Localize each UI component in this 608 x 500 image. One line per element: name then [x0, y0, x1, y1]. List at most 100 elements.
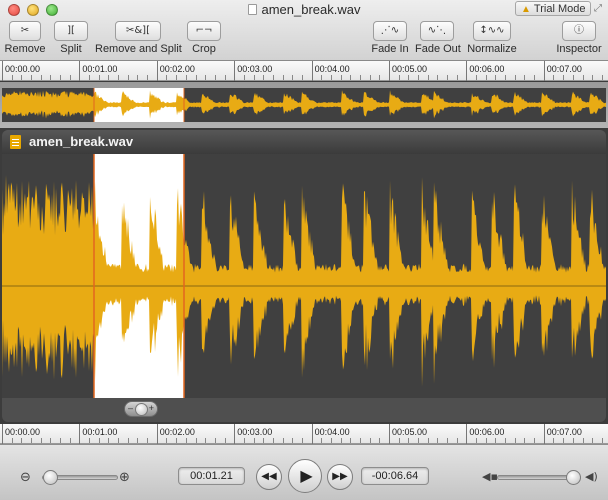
timeline-ruler-top[interactable]: 00:00.00 00:01.00 00:02.00 00:03.00 00:04.00… [0, 61, 608, 81]
ruler-minor-tick [127, 438, 129, 443]
ruler-minor-tick [427, 75, 429, 80]
ruler-label: 00:06.00 [469, 427, 505, 437]
zoom-in-icon[interactable]: ⊕ [119, 470, 130, 485]
selection-handle-band: – + [2, 398, 606, 422]
ruler-minor-tick [205, 438, 207, 443]
ruler-label: 00:00.00 [5, 64, 41, 74]
ruler-minor-tick [563, 75, 565, 80]
inspector-tool[interactable]: ⓘ Inspector [555, 21, 603, 55]
ruler-minor-tick [572, 438, 574, 443]
split-label: Split [60, 43, 82, 55]
ruler-minor-tick [243, 438, 245, 443]
info-icon[interactable]: ⓘ [562, 21, 596, 41]
overview-svg[interactable] [2, 88, 606, 122]
ruler-minor-tick [282, 75, 284, 80]
ruler-minor-tick [137, 75, 139, 80]
ruler-minor-tick [437, 75, 439, 80]
main-waveform[interactable] [2, 154, 606, 398]
ruler-label: 00:00.00 [5, 427, 41, 437]
remove-tool[interactable]: ✂ Remove [4, 21, 46, 55]
remove-and-split-tool[interactable]: ✂&][ Remove and Split [95, 21, 182, 55]
rewind-icon: ◀◀ [261, 471, 277, 482]
ruler-label: 00:04.00 [314, 64, 350, 74]
ruler-minor-tick [40, 438, 42, 443]
editor-file-name: amen_break.wav [29, 134, 134, 149]
ruler-minor-tick [11, 438, 13, 443]
ruler-major-tick [156, 424, 158, 444]
fade-in-label: Fade In [371, 43, 409, 55]
ruler-minor-tick [127, 75, 129, 80]
ruler-minor-tick [253, 438, 255, 443]
normalize-label: Normalize [467, 43, 517, 55]
normalize-icon[interactable]: ↕∿∿ [473, 21, 511, 41]
ruler-minor-tick [330, 75, 332, 80]
volume-max-icon: ◀) [585, 470, 598, 483]
normalize-tool[interactable]: ↕∿∿ Normalize [466, 21, 518, 55]
ruler-minor-tick [514, 75, 516, 80]
ruler-minor-tick [359, 75, 361, 80]
zoom-slider-thumb[interactable] [42, 470, 58, 485]
ruler-minor-tick [50, 75, 52, 80]
fullscreen-icon[interactable]: ⤢ [594, 3, 602, 14]
ruler-minor-tick [147, 438, 149, 443]
ruler-minor-tick [437, 438, 439, 443]
ruler-minor-tick [582, 438, 584, 443]
ruler-label: 00:03.00 [237, 427, 273, 437]
ruler-minor-tick [31, 438, 33, 443]
timeline-ruler-bottom[interactable]: 00:00.00 00:01.00 00:02.00 00:03.00 00:04.00… [0, 424, 608, 444]
current-time-display: 00:01.21 [178, 467, 245, 485]
scissors-icon[interactable]: ✂ [9, 21, 41, 41]
ruler-major-tick [466, 61, 468, 81]
ruler-minor-tick [398, 438, 400, 443]
play-button[interactable]: ▶ [288, 459, 322, 493]
rewind-button[interactable]: ◀◀ [256, 464, 282, 490]
crop-icon[interactable]: ⌐¬ [187, 21, 221, 41]
ruler-label: 00:07.00 [546, 64, 582, 74]
ruler-minor-tick [40, 75, 42, 80]
ruler-minor-tick [524, 75, 526, 80]
ruler-major-tick [234, 61, 236, 81]
ruler-minor-tick [176, 438, 178, 443]
fade-out-tool[interactable]: ∿⋱ Fade Out [415, 21, 461, 55]
crop-tool[interactable]: ⌐¬ Crop [186, 21, 222, 55]
ruler-major-tick [389, 424, 390, 444]
ruler-minor-tick [292, 75, 294, 80]
ruler-minor-tick [89, 438, 91, 443]
ruler-minor-tick [476, 75, 478, 80]
fast-forward-button[interactable]: ▶▶ [327, 464, 353, 490]
ruler-minor-tick [563, 438, 565, 443]
ruler-minor-tick [21, 438, 23, 443]
remove-split-icon[interactable]: ✂&][ [115, 21, 161, 41]
ruler-minor-tick [427, 438, 429, 443]
fast-forward-icon: ▶▶ [332, 471, 348, 482]
ruler-minor-tick [214, 438, 216, 443]
trial-mode-button[interactable]: ▲ Trial Mode [515, 1, 592, 16]
ruler-minor-tick [447, 75, 449, 80]
ruler-minor-tick [301, 438, 303, 443]
ruler-label: 00:02.00 [159, 427, 195, 437]
fade-in-tool[interactable]: ⋰∿ Fade In [370, 21, 410, 55]
ruler-minor-tick [263, 75, 265, 80]
ruler-minor-tick [205, 75, 207, 80]
ruler-minor-tick [321, 438, 323, 443]
ruler-major-tick [466, 424, 468, 444]
ruler-label: 00:04.00 [314, 427, 350, 437]
ruler-label: 00:02.00 [159, 64, 195, 74]
fade-in-icon[interactable]: ⋰∿ [373, 21, 407, 41]
ruler-minor-tick [359, 438, 361, 443]
ruler-minor-tick [398, 75, 400, 80]
ruler-major-tick [311, 424, 313, 444]
ruler-minor-tick [418, 438, 420, 443]
zoom-out-icon[interactable]: ⊖ [20, 470, 31, 485]
editor-header: amen_break.wav [2, 130, 606, 154]
overview-waveform[interactable] [0, 82, 608, 128]
knob-icon[interactable] [135, 403, 148, 416]
split-icon[interactable]: ][ [54, 21, 88, 41]
fade-out-icon[interactable]: ∿⋱ [420, 21, 454, 41]
split-tool[interactable]: ][ Split [52, 21, 90, 55]
selection-gain-knob[interactable]: – + [124, 401, 158, 417]
ruler-minor-tick [89, 75, 91, 80]
volume-slider-thumb[interactable] [565, 470, 581, 485]
ruler-minor-tick [137, 438, 139, 443]
fade-out-label: Fade Out [415, 43, 461, 55]
